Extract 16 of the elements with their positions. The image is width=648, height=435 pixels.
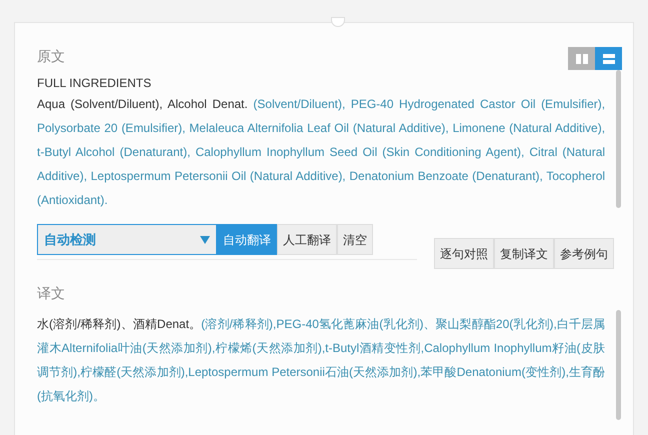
tool-button[interactable]: 参考例句	[554, 238, 614, 269]
source-text: Aqua (Solvent/Diluent), Alcohol Denat. (Solvent/Diluent), PEG-40 Hydrogenated Castor Oil (Emulsifier), Polysorbate 20 (Emulsifier), Melaleuca Alternifolia Leaf Oil (Natural Additive), Limonene (Natural Additive), t-Butyl Alcohol (Denaturant), Calophyllum Inophyllum Seed Oil (Skin Conditioning Agent), Citral (Natural Additive), Leptospermum Petersonii Oil (Natural Additive), Denatonium Benzoate (Denaturant), Tocopherol (Antioxidant).	[37, 96, 606, 209]
translate-mode-button[interactable]: 清空	[337, 224, 373, 255]
view-mode-button[interactable]	[568, 47, 595, 70]
rows-icon	[602, 52, 616, 64]
target-text: 水(溶剂/稀释剂)、酒精Denat。(溶剂/稀释剂),PEG-40氢化蓖麻油(乳化剂)、聚山梨醇酯20(乳化剂),白千层属灌木Alternifolia叶油(天然添加剂),柠檬烯(天然添加剂),t-Butyl酒精变性剂,Calophyllum Inophyllum籽油(皮肤调节剂),柠檬醛(天然添加剂),Leptospermum Petersonii石油(天然添加剂),苯甲酸Denatonium(变性剂),生育酚(抗氧化剂)。	[37, 316, 606, 405]
columns-icon	[574, 52, 588, 64]
section-title: 译文	[37, 284, 66, 303]
ingredients-heading: FULL INGREDIENTS	[37, 76, 152, 90]
tool-button[interactable]: 逐句对照	[434, 238, 494, 269]
collapse-handle[interactable]	[331, 17, 345, 27]
translate-mode-button[interactable]: 人工翻译	[277, 224, 337, 255]
dropdown-arrow-icon	[200, 236, 210, 244]
view-mode-button[interactable]	[595, 47, 622, 70]
section-title: 原文	[37, 47, 65, 66]
tool-button[interactable]: 复制译文	[494, 238, 554, 269]
